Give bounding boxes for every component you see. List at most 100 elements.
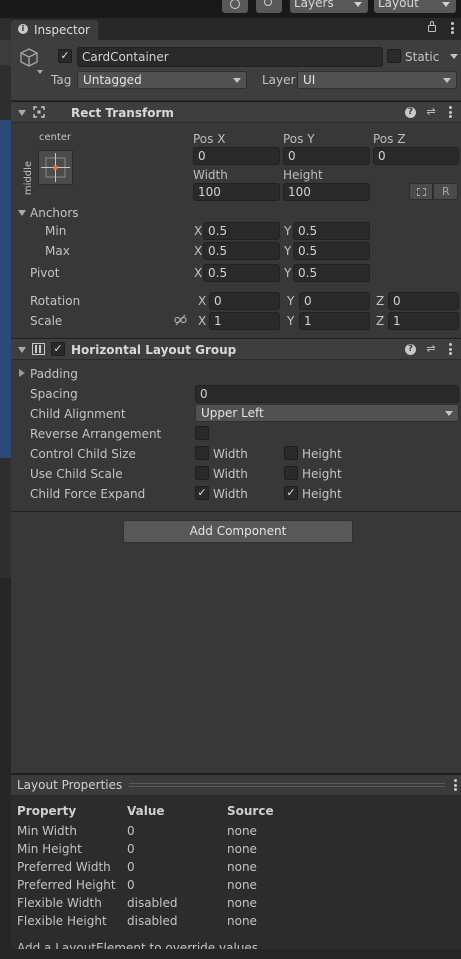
- expand-height-checkbox[interactable]: ✓: [284, 486, 298, 500]
- blueprint-mode-button[interactable]: [409, 183, 433, 200]
- anchor-presets-button[interactable]: [38, 150, 73, 185]
- scale-y-axis-label: Y: [287, 314, 295, 328]
- pos-z-field[interactable]: 0: [373, 147, 459, 165]
- child-alignment-label: Child Alignment: [30, 407, 126, 421]
- rot-x-field[interactable]: 0: [209, 292, 280, 310]
- row-value: 0: [127, 824, 135, 838]
- scale-z-field[interactable]: 1: [388, 312, 459, 330]
- scale-x-axis-label: X: [198, 314, 207, 328]
- scale-height-checkbox[interactable]: [284, 466, 298, 480]
- static-dropdown-arrow-icon[interactable]: [450, 54, 458, 59]
- anchors-foldout-icon[interactable]: [18, 210, 26, 216]
- component-menu-icon[interactable]: [449, 106, 452, 118]
- static-checkbox[interactable]: [387, 49, 401, 63]
- search-button[interactable]: [256, 0, 282, 13]
- scale-width-checkbox[interactable]: [195, 466, 209, 480]
- layout-properties-header[interactable]: Layout Properties: [11, 775, 461, 796]
- drag-handle-icon[interactable]: [129, 783, 445, 787]
- padding-label[interactable]: Padding: [30, 366, 78, 382]
- col-header-source: Source: [227, 804, 274, 818]
- pivot-y-field[interactable]: 0.5: [293, 264, 370, 282]
- rect-transform-icon: [33, 106, 45, 118]
- search-icon: [264, 0, 272, 6]
- max-x-field[interactable]: 0.5: [203, 242, 280, 260]
- layer-dropdown[interactable]: UI: [297, 71, 457, 89]
- layers-dropdown[interactable]: Layers: [290, 0, 368, 13]
- expand-height-label: Height: [302, 487, 342, 501]
- pos-x-label: Pos X: [193, 132, 226, 146]
- reverse-arrangement-checkbox[interactable]: [195, 426, 209, 440]
- row-property: Flexible Width: [17, 896, 102, 910]
- layout-label: Layout: [378, 0, 419, 10]
- constrain-proportions-icon[interactable]: [174, 314, 187, 326]
- lock-shackle-icon: [430, 21, 434, 26]
- check-icon: ✓: [53, 342, 63, 355]
- child-force-expand-label: Child Force Expand: [30, 487, 146, 501]
- raw-edit-label: R: [442, 185, 450, 198]
- layout-group-enabled-checkbox[interactable]: ✓: [51, 342, 65, 356]
- spacing-field[interactable]: 0: [195, 385, 459, 403]
- child-alignment-value: Upper Left: [201, 406, 264, 420]
- control-width-label: Width: [213, 447, 248, 461]
- foldout-icon[interactable]: [18, 347, 26, 353]
- layout-dropdown[interactable]: Layout: [374, 0, 456, 13]
- row-property: Preferred Height: [17, 878, 116, 892]
- raw-edit-button[interactable]: R: [433, 183, 458, 200]
- rot-z-field[interactable]: 0: [388, 292, 459, 310]
- gameobject-icon[interactable]: [18, 47, 40, 69]
- scale-x-field[interactable]: 1: [209, 312, 280, 330]
- icon-dropdown-arrow-icon[interactable]: [37, 70, 43, 74]
- tab-inspector[interactable]: i Inspector: [11, 20, 98, 40]
- pivot-x-field[interactable]: 0.5: [203, 264, 280, 282]
- component-menu-icon[interactable]: [449, 343, 452, 355]
- pos-y-label: Pos Y: [283, 132, 315, 146]
- layout-group-header[interactable]: ✓ Horizontal Layout Group ? ⇌: [11, 338, 461, 360]
- tag-dropdown[interactable]: Untagged: [77, 71, 247, 89]
- presets-icon[interactable]: ⇌: [425, 343, 437, 355]
- layer-value: UI: [303, 73, 316, 87]
- control-height-checkbox[interactable]: [284, 446, 298, 460]
- history-button[interactable]: [222, 0, 248, 13]
- rot-x-axis-label: X: [198, 294, 207, 308]
- footer-note-clip: Add a LayoutElement to override values: [11, 940, 461, 949]
- history-icon: [230, 0, 240, 9]
- help-icon[interactable]: ?: [405, 107, 416, 118]
- top-toolbar: Layers Layout: [0, 0, 461, 18]
- scale-y-field[interactable]: 1: [299, 312, 370, 330]
- min-x-field[interactable]: 0.5: [203, 222, 280, 240]
- left-window-strip: [0, 18, 11, 959]
- row-source: none: [227, 824, 257, 838]
- anchors-label[interactable]: Anchors: [30, 205, 79, 221]
- pos-x-field[interactable]: 0: [193, 147, 280, 165]
- height-field[interactable]: 100: [283, 183, 370, 201]
- object-name-field[interactable]: CardContainer: [77, 47, 383, 67]
- preview-menu-icon[interactable]: [454, 779, 457, 791]
- active-checkbox[interactable]: ✓: [58, 49, 72, 63]
- child-alignment-dropdown[interactable]: Upper Left: [195, 404, 459, 422]
- width-field[interactable]: 100: [193, 183, 280, 201]
- row-value: 0: [127, 860, 135, 874]
- row-property: Flexible Height: [17, 914, 107, 928]
- min-y-field[interactable]: 0.5: [293, 222, 370, 240]
- tab-menu-icon[interactable]: [451, 22, 454, 34]
- padding-foldout-icon[interactable]: [19, 369, 25, 377]
- pos-y-field[interactable]: 0: [283, 147, 370, 165]
- presets-icon[interactable]: ⇌: [425, 106, 437, 118]
- foldout-icon[interactable]: [18, 110, 26, 116]
- pos-z-label: Pos Z: [373, 132, 406, 146]
- help-icon[interactable]: ?: [405, 344, 416, 355]
- footer-note: Add a LayoutElement to override values: [17, 941, 259, 949]
- layer-label: Layer: [262, 73, 296, 87]
- control-width-checkbox[interactable]: [195, 446, 209, 460]
- max-x-axis-label: X: [194, 244, 203, 258]
- scale-z-axis-label: Z: [376, 314, 385, 328]
- rect-transform-header[interactable]: Rect Transform ? ⇌: [11, 101, 461, 123]
- expand-width-checkbox[interactable]: ✓: [195, 486, 209, 500]
- add-component-label: Add Component: [189, 524, 287, 538]
- min-y-axis-label: Y: [284, 224, 292, 238]
- add-component-button[interactable]: Add Component: [123, 520, 353, 543]
- lock-icon[interactable]: [428, 25, 436, 32]
- row-value: disabled: [127, 914, 178, 928]
- rot-y-field[interactable]: 0: [299, 292, 370, 310]
- max-y-field[interactable]: 0.5: [293, 242, 370, 260]
